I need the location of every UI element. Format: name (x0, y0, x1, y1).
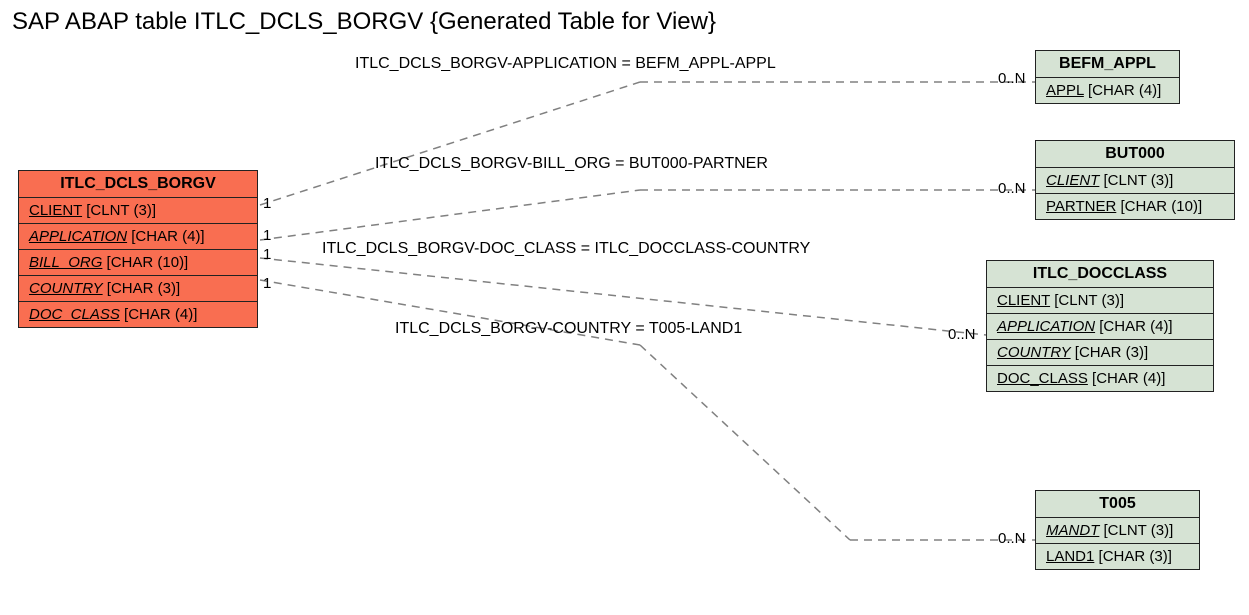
relation-label: ITLC_DCLS_BORGV-BILL_ORG = BUT000-PARTNE… (375, 155, 768, 173)
entity-header: ITLC_DOCCLASS (987, 261, 1213, 288)
cardinality: 1 (263, 195, 271, 212)
field-row: CLIENT [CLNT (3)] (1036, 168, 1234, 194)
field-row: PARTNER [CHAR (10)] (1036, 194, 1234, 219)
relation-label: ITLC_DCLS_BORGV-DOC_CLASS = ITLC_DOCCLAS… (322, 240, 810, 258)
relation-label: ITLC_DCLS_BORGV-APPLICATION = BEFM_APPL-… (355, 55, 776, 73)
cardinality: 0..N (998, 180, 1026, 197)
field-row: BILL_ORG [CHAR (10)] (19, 250, 257, 276)
entity-but000: BUT000 CLIENT [CLNT (3)] PARTNER [CHAR (… (1035, 140, 1235, 220)
entity-itlc-docclass: ITLC_DOCCLASS CLIENT [CLNT (3)] APPLICAT… (986, 260, 1214, 392)
entity-itlc-dcls-borgv: ITLC_DCLS_BORGV CLIENT [CLNT (3)] APPLIC… (18, 170, 258, 328)
entity-befm-appl: BEFM_APPL APPL [CHAR (4)] (1035, 50, 1180, 104)
field-row: COUNTRY [CHAR (3)] (19, 276, 257, 302)
entity-t005: T005 MANDT [CLNT (3)] LAND1 [CHAR (3)] (1035, 490, 1200, 570)
field-row: LAND1 [CHAR (3)] (1036, 544, 1199, 569)
field-row: CLIENT [CLNT (3)] (987, 288, 1213, 314)
cardinality: 1 (263, 227, 271, 244)
field-row: APPLICATION [CHAR (4)] (987, 314, 1213, 340)
cardinality: 1 (263, 275, 271, 292)
cardinality: 0..N (998, 70, 1026, 87)
entity-header: BUT000 (1036, 141, 1234, 168)
entity-header: BEFM_APPL (1036, 51, 1179, 78)
cardinality: 0..N (998, 530, 1026, 547)
cardinality: 0..N (948, 326, 976, 343)
cardinality: 1 (263, 246, 271, 263)
field-row: DOC_CLASS [CHAR (4)] (19, 302, 257, 327)
field-row: DOC_CLASS [CHAR (4)] (987, 366, 1213, 391)
field-row: COUNTRY [CHAR (3)] (987, 340, 1213, 366)
entity-header: ITLC_DCLS_BORGV (19, 171, 257, 198)
entity-header: T005 (1036, 491, 1199, 518)
field-row: APPLICATION [CHAR (4)] (19, 224, 257, 250)
relation-label: ITLC_DCLS_BORGV-COUNTRY = T005-LAND1 (395, 320, 742, 338)
page-title: SAP ABAP table ITLC_DCLS_BORGV {Generate… (12, 8, 716, 36)
field-row: MANDT [CLNT (3)] (1036, 518, 1199, 544)
field-row: CLIENT [CLNT (3)] (19, 198, 257, 224)
field-row: APPL [CHAR (4)] (1036, 78, 1179, 103)
